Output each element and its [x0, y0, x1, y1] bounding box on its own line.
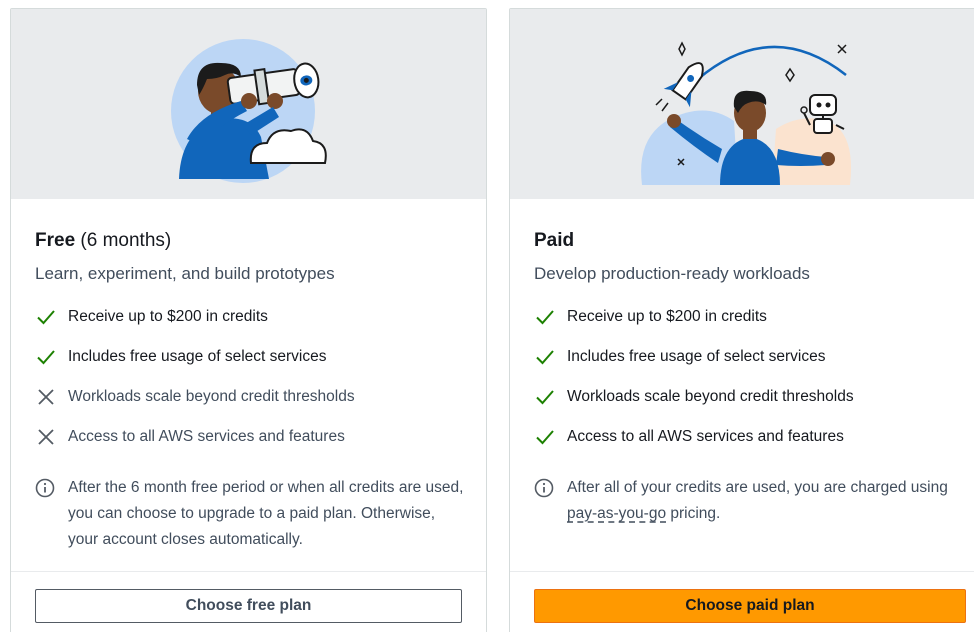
feature-item: Workloads scale beyond credit thresholds: [35, 377, 466, 417]
paid-plan-title: Paid: [534, 229, 958, 253]
feature-label: Includes free usage of select services: [567, 348, 826, 365]
x-icon: [38, 429, 54, 445]
check-icon: [37, 350, 55, 365]
feature-label: Access to all AWS services and features: [567, 428, 844, 445]
paid-plan-subtitle: Develop production-ready workloads: [534, 264, 810, 283]
info-text: After the 6 month free period or when al…: [68, 479, 464, 548]
feature-item: Includes free usage of select services: [534, 337, 958, 377]
choose-paid-plan-button[interactable]: Choose paid plan: [534, 589, 966, 623]
person-with-telescope-illustration: [171, 39, 327, 183]
feature-item: Receive up to $200 in credits: [534, 297, 958, 337]
free-plan-hero: [11, 9, 486, 199]
plan-duration: (6 months): [75, 230, 172, 251]
check-icon: [536, 310, 554, 325]
free-plan-info: After the 6 month free period or when al…: [35, 475, 466, 553]
footer-divider: [11, 571, 486, 572]
feature-item: Receive up to $200 in credits: [35, 297, 466, 337]
free-plan-features: Receive up to $200 in credits Includes f…: [35, 297, 466, 457]
free-plan-subtitle: Learn, experiment, and build prototypes: [35, 264, 335, 283]
x-icon: [38, 389, 54, 405]
feature-label: Access to all AWS services and features: [68, 428, 345, 445]
feature-label: Receive up to $200 in credits: [68, 308, 268, 325]
paid-plan-features: Receive up to $200 in credits Includes f…: [534, 297, 958, 457]
feature-label: Workloads scale beyond credit thresholds: [567, 388, 854, 405]
plan-name: Free: [35, 230, 76, 251]
feature-item: Access to all AWS services and features: [35, 417, 466, 457]
info-icon: [534, 478, 554, 498]
person-with-rocket-and-robot-illustration: [641, 41, 852, 185]
feature-label: Includes free usage of select services: [68, 348, 327, 365]
feature-item: Includes free usage of select services: [35, 337, 466, 377]
paid-plan-info: After all of your credits are used, you …: [534, 475, 958, 527]
footer-divider: [510, 571, 974, 572]
info-icon: [35, 478, 55, 498]
feature-item: Workloads scale beyond credit thresholds: [534, 377, 958, 417]
info-text: After all of your credits are used, you …: [567, 475, 958, 527]
pay-as-you-go-link[interactable]: pay-as-you-go: [567, 505, 666, 522]
feature-item: Access to all AWS services and features: [534, 417, 958, 457]
plan-name: Paid: [534, 230, 575, 251]
free-plan-title: Free (6 months): [35, 229, 466, 253]
info-text-before: After all of your credits are used, you …: [567, 479, 948, 496]
check-icon: [536, 430, 554, 445]
choose-free-plan-button[interactable]: Choose free plan: [35, 589, 462, 623]
paid-plan-details: Paid Develop production-ready workloads …: [534, 229, 958, 527]
check-icon: [536, 390, 554, 405]
free-plan-details: Free (6 months) Learn, experiment, and b…: [35, 229, 466, 553]
check-icon: [37, 310, 55, 325]
check-icon: [536, 350, 554, 365]
free-plan-card: Free (6 months) Learn, experiment, and b…: [10, 8, 487, 632]
info-text-after: pricing.: [666, 505, 721, 522]
feature-label: Workloads scale beyond credit thresholds: [68, 388, 355, 405]
feature-label: Receive up to $200 in credits: [567, 308, 767, 325]
paid-plan-hero: [510, 9, 974, 199]
paid-plan-card: Paid Develop production-ready workloads …: [509, 8, 974, 632]
